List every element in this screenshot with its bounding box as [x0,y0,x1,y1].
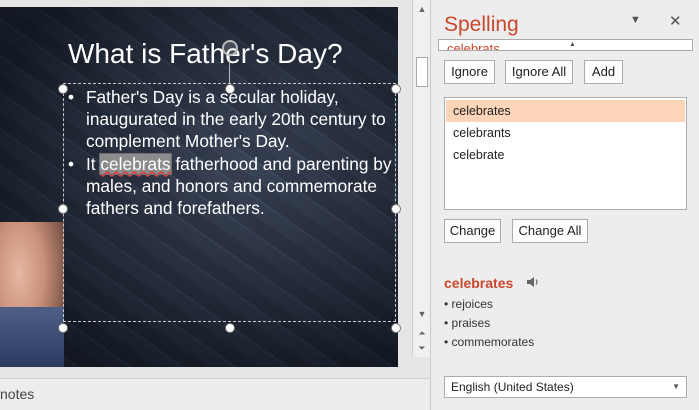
definition-word: celebrates [444,275,514,291]
resize-handle-bottom[interactable] [225,323,235,333]
rotate-handle[interactable] [222,40,238,56]
language-value: English (United States) [451,380,574,394]
resize-handle-bottom-left[interactable] [58,323,68,333]
add-button[interactable]: Add [584,60,623,84]
previous-slide-icon[interactable]: ⏶ [415,326,429,340]
change-button[interactable]: Change [444,219,501,243]
synonym-text: rejoices [451,297,493,311]
rotate-handle-line [229,56,230,86]
ignore-button[interactable]: Ignore [444,60,495,84]
not-in-dictionary-word: celebrats [447,41,500,51]
resize-handle-left[interactable] [58,204,68,214]
speaker-icon[interactable] [526,276,540,288]
vertical-scrollbar[interactable]: ▲ ▼ ⏶ ⏷ [412,0,430,357]
pane-options-chevron-down-icon[interactable]: ▼ [630,14,641,26]
misspelled-word[interactable]: celebrats [99,152,172,175]
bullet-item: It celebrats fatherhood and parenting by… [68,152,393,220]
suggestion-item[interactable]: celebrants [446,122,685,144]
slide-title[interactable]: What is Father's Day? [68,38,343,70]
next-slide-icon[interactable]: ⏷ [415,341,429,355]
bullet-item: Father's Day is a secular holiday, inaug… [68,86,393,153]
synonym-item: • rejoices [444,297,493,311]
not-in-dictionary-box: celebrats ▲ [438,39,693,51]
suggestion-item[interactable]: celebrate [446,144,685,166]
ignore-all-button[interactable]: Ignore All [505,60,573,84]
slide-editor-area: What is Father's Day? Father's Day is a … [0,0,430,410]
language-select[interactable]: English (United States) ▼ [444,376,687,398]
resize-handle-bottom-right[interactable] [391,323,401,333]
chevron-up-icon[interactable]: ▲ [569,41,576,48]
change-all-button[interactable]: Change All [512,219,588,243]
chevron-down-icon[interactable]: ▼ [672,377,680,397]
notes-bar[interactable] [0,378,430,410]
suggestions-list[interactable]: celebrates celebrants celebrate [444,97,687,210]
synonym-text: commemorates [451,335,535,349]
pane-title: Spelling [444,13,519,36]
suggestion-item[interactable]: celebrates [446,100,685,122]
synonym-item: • praises [444,316,491,330]
synonym-text: praises [451,316,491,330]
scroll-down-arrow-icon[interactable]: ▼ [415,307,429,321]
slide-body-text[interactable]: Father's Day is a secular holiday, inaug… [68,86,393,219]
scroll-up-arrow-icon[interactable]: ▲ [415,2,429,16]
resize-handle-top-left[interactable] [58,84,68,94]
scrollbar-thumb[interactable] [416,57,428,87]
synonym-item: • commemorates [444,335,535,349]
close-icon[interactable]: ✕ [669,12,682,30]
bullet-text-pre: It [86,153,101,174]
spelling-pane: Spelling ▼ ✕ celebrats ▲ Ignore Ignore A… [430,0,699,410]
notes-label[interactable]: notes [0,386,34,402]
slide-photo-shirt [0,307,64,367]
bullet-text: Father's Day is a secular holiday, inaug… [86,87,386,152]
